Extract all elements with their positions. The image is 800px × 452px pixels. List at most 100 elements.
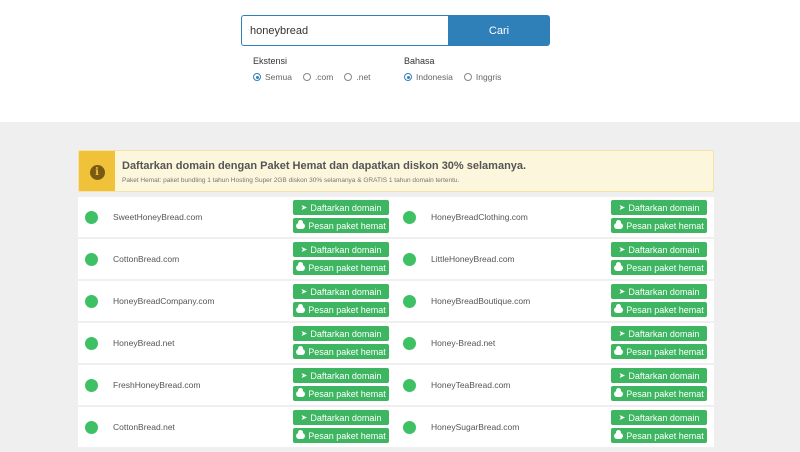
- register-domain-button[interactable]: ➤ Daftarkan domain: [293, 200, 389, 215]
- domain-result-row: HoneySugarBread.com ➤ Daftarkan domain Pesa…: [396, 407, 714, 447]
- domain-result-row: CottonBread.net ➤ Daftarkan domain Pesan pa…: [78, 407, 396, 447]
- order-bundle-button[interactable]: Pesan paket hemat: [293, 302, 389, 317]
- radio-ext-semua[interactable]: Semua: [253, 72, 292, 82]
- location-arrow-icon: ➤: [618, 329, 626, 338]
- search-input[interactable]: [241, 15, 449, 46]
- location-arrow-icon: ➤: [618, 245, 626, 254]
- register-domain-button[interactable]: ➤ Daftarkan domain: [611, 326, 707, 341]
- register-domain-button[interactable]: ➤ Daftarkan domain: [611, 368, 707, 383]
- domain-result-row: HoneyBreadClothing.com ➤ Daftarkan domain P…: [396, 197, 714, 237]
- domain-name: HoneyTeaBread.com: [431, 380, 511, 390]
- available-status-dot: [403, 421, 416, 434]
- radio-lang-indonesia[interactable]: Indonesia: [404, 72, 453, 82]
- language-filter-label: Bahasa: [404, 56, 435, 66]
- promo-subtitle: Paket Hemat: paket bundling 1 tahun Host…: [122, 177, 460, 184]
- radio-lang-inggris[interactable]: Inggris: [463, 72, 501, 82]
- available-status-dot: [403, 379, 416, 392]
- radio-ext-net[interactable]: .net: [344, 72, 371, 82]
- domain-name: Honey-Bread.net: [431, 338, 496, 348]
- order-bundle-button[interactable]: Pesan paket hemat: [611, 218, 707, 233]
- register-domain-button[interactable]: ➤ Daftarkan domain: [293, 326, 389, 341]
- domain-result-row: SweetHoneyBread.com ➤ Daftarkan domain Pesa…: [78, 197, 396, 237]
- register-domain-button[interactable]: ➤ Daftarkan domain: [293, 242, 389, 257]
- extension-radio-group: Semua .com .net: [253, 72, 382, 82]
- order-bundle-button[interactable]: Pesan paket hemat: [611, 428, 707, 443]
- radio-ext-com[interactable]: .com: [302, 72, 333, 82]
- domain-name: HoneyBreadCompany.com: [113, 296, 215, 306]
- domain-result-row: HoneyBread.net ➤ Daftarkan domain Pesan pak…: [78, 323, 396, 363]
- cloud-icon: [296, 262, 306, 271]
- order-bundle-button[interactable]: Pesan paket hemat: [611, 386, 707, 401]
- available-status-dot: [85, 295, 98, 308]
- available-status-dot: [85, 379, 98, 392]
- available-status-dot: [403, 211, 416, 224]
- cloud-icon: [614, 220, 624, 229]
- radio-button-selected[interactable]: [404, 73, 412, 81]
- cloud-icon: [296, 346, 306, 355]
- search-header: Cari Ekstensi Semua .com .net Bahasa Ind…: [0, 0, 800, 122]
- domain-result-row: FreshHoneyBread.com ➤ Daftarkan domain Pesa…: [78, 365, 396, 405]
- register-domain-button[interactable]: ➤ Daftarkan domain: [611, 242, 707, 257]
- order-bundle-button[interactable]: Pesan paket hemat: [611, 344, 707, 359]
- domain-name: LittleHoneyBread.com: [431, 254, 515, 264]
- location-arrow-icon: ➤: [618, 287, 626, 296]
- domain-result-row: CottonBread.com ➤ Daftarkan domain Pesan pa…: [78, 239, 396, 279]
- radio-button[interactable]: [344, 73, 353, 81]
- domain-name: HoneyBread.net: [113, 338, 175, 348]
- cloud-icon: [614, 346, 624, 355]
- search-button[interactable]: Cari: [448, 15, 550, 46]
- radio-button[interactable]: [302, 73, 311, 81]
- register-domain-button[interactable]: ➤ Daftarkan domain: [293, 410, 389, 425]
- location-arrow-icon: ➤: [300, 371, 308, 380]
- domain-result-row: HoneyTeaBread.com ➤ Daftarkan domain Pesan …: [396, 365, 714, 405]
- register-domain-button[interactable]: ➤ Daftarkan domain: [611, 410, 707, 425]
- register-domain-button[interactable]: ➤ Daftarkan domain: [293, 368, 389, 383]
- domain-result-row: Honey-Bread.net ➤ Daftarkan domain Pesan pa…: [396, 323, 714, 363]
- order-bundle-button[interactable]: Pesan paket hemat: [293, 218, 389, 233]
- domain-name: HoneyBreadClothing.com: [431, 212, 528, 222]
- available-status-dot: [85, 421, 98, 434]
- promo-banner: i Daftarkan domain dengan Paket Hemat da…: [78, 150, 714, 192]
- domain-name: CottonBread.net: [113, 422, 175, 432]
- order-bundle-button[interactable]: Pesan paket hemat: [611, 302, 707, 317]
- order-bundle-button[interactable]: Pesan paket hemat: [611, 260, 707, 275]
- order-bundle-button[interactable]: Pesan paket hemat: [293, 386, 389, 401]
- location-arrow-icon: ➤: [618, 413, 626, 422]
- domain-name: HoneySugarBread.com: [431, 422, 520, 432]
- available-status-dot: [85, 211, 98, 224]
- language-radio-group: Indonesia Inggris: [404, 72, 512, 82]
- available-status-dot: [403, 295, 416, 308]
- cloud-icon: [296, 388, 306, 397]
- order-bundle-button[interactable]: Pesan paket hemat: [293, 344, 389, 359]
- domain-result-row: HoneyBreadBoutique.com ➤ Daftarkan domain P…: [396, 281, 714, 321]
- location-arrow-icon: ➤: [300, 287, 308, 296]
- register-domain-button[interactable]: ➤ Daftarkan domain: [293, 284, 389, 299]
- location-arrow-icon: ➤: [618, 203, 626, 212]
- location-arrow-icon: ➤: [300, 245, 308, 254]
- register-domain-button[interactable]: ➤ Daftarkan domain: [611, 200, 707, 215]
- radio-button[interactable]: [463, 73, 472, 81]
- radio-button-selected[interactable]: [253, 73, 261, 81]
- cloud-icon: [296, 430, 306, 439]
- available-status-dot: [403, 337, 416, 350]
- location-arrow-icon: ➤: [300, 203, 308, 212]
- domain-name: HoneyBreadBoutique.com: [431, 296, 531, 306]
- promo-icon-box: i: [79, 151, 115, 191]
- cloud-icon: [614, 262, 624, 271]
- extension-filter-label: Ekstensi: [253, 56, 288, 66]
- cloud-icon: [614, 430, 624, 439]
- cloud-icon: [614, 304, 624, 313]
- domain-name: SweetHoneyBread.com: [113, 212, 203, 222]
- promo-title: Daftarkan domain dengan Paket Hemat dan …: [122, 160, 527, 172]
- cloud-icon: [614, 388, 624, 397]
- order-bundle-button[interactable]: Pesan paket hemat: [293, 260, 389, 275]
- domain-result-row: LittleHoneyBread.com ➤ Daftarkan domain Pes…: [396, 239, 714, 279]
- location-arrow-icon: ➤: [300, 413, 308, 422]
- domain-result-row: HoneyBreadCompany.com ➤ Daftarkan domain Pe…: [78, 281, 396, 321]
- location-arrow-icon: ➤: [618, 371, 626, 380]
- register-domain-button[interactable]: ➤ Daftarkan domain: [611, 284, 707, 299]
- domain-name: FreshHoneyBread.com: [113, 380, 201, 390]
- cloud-icon: [296, 220, 306, 229]
- order-bundle-button[interactable]: Pesan paket hemat: [293, 428, 389, 443]
- location-arrow-icon: ➤: [300, 329, 308, 338]
